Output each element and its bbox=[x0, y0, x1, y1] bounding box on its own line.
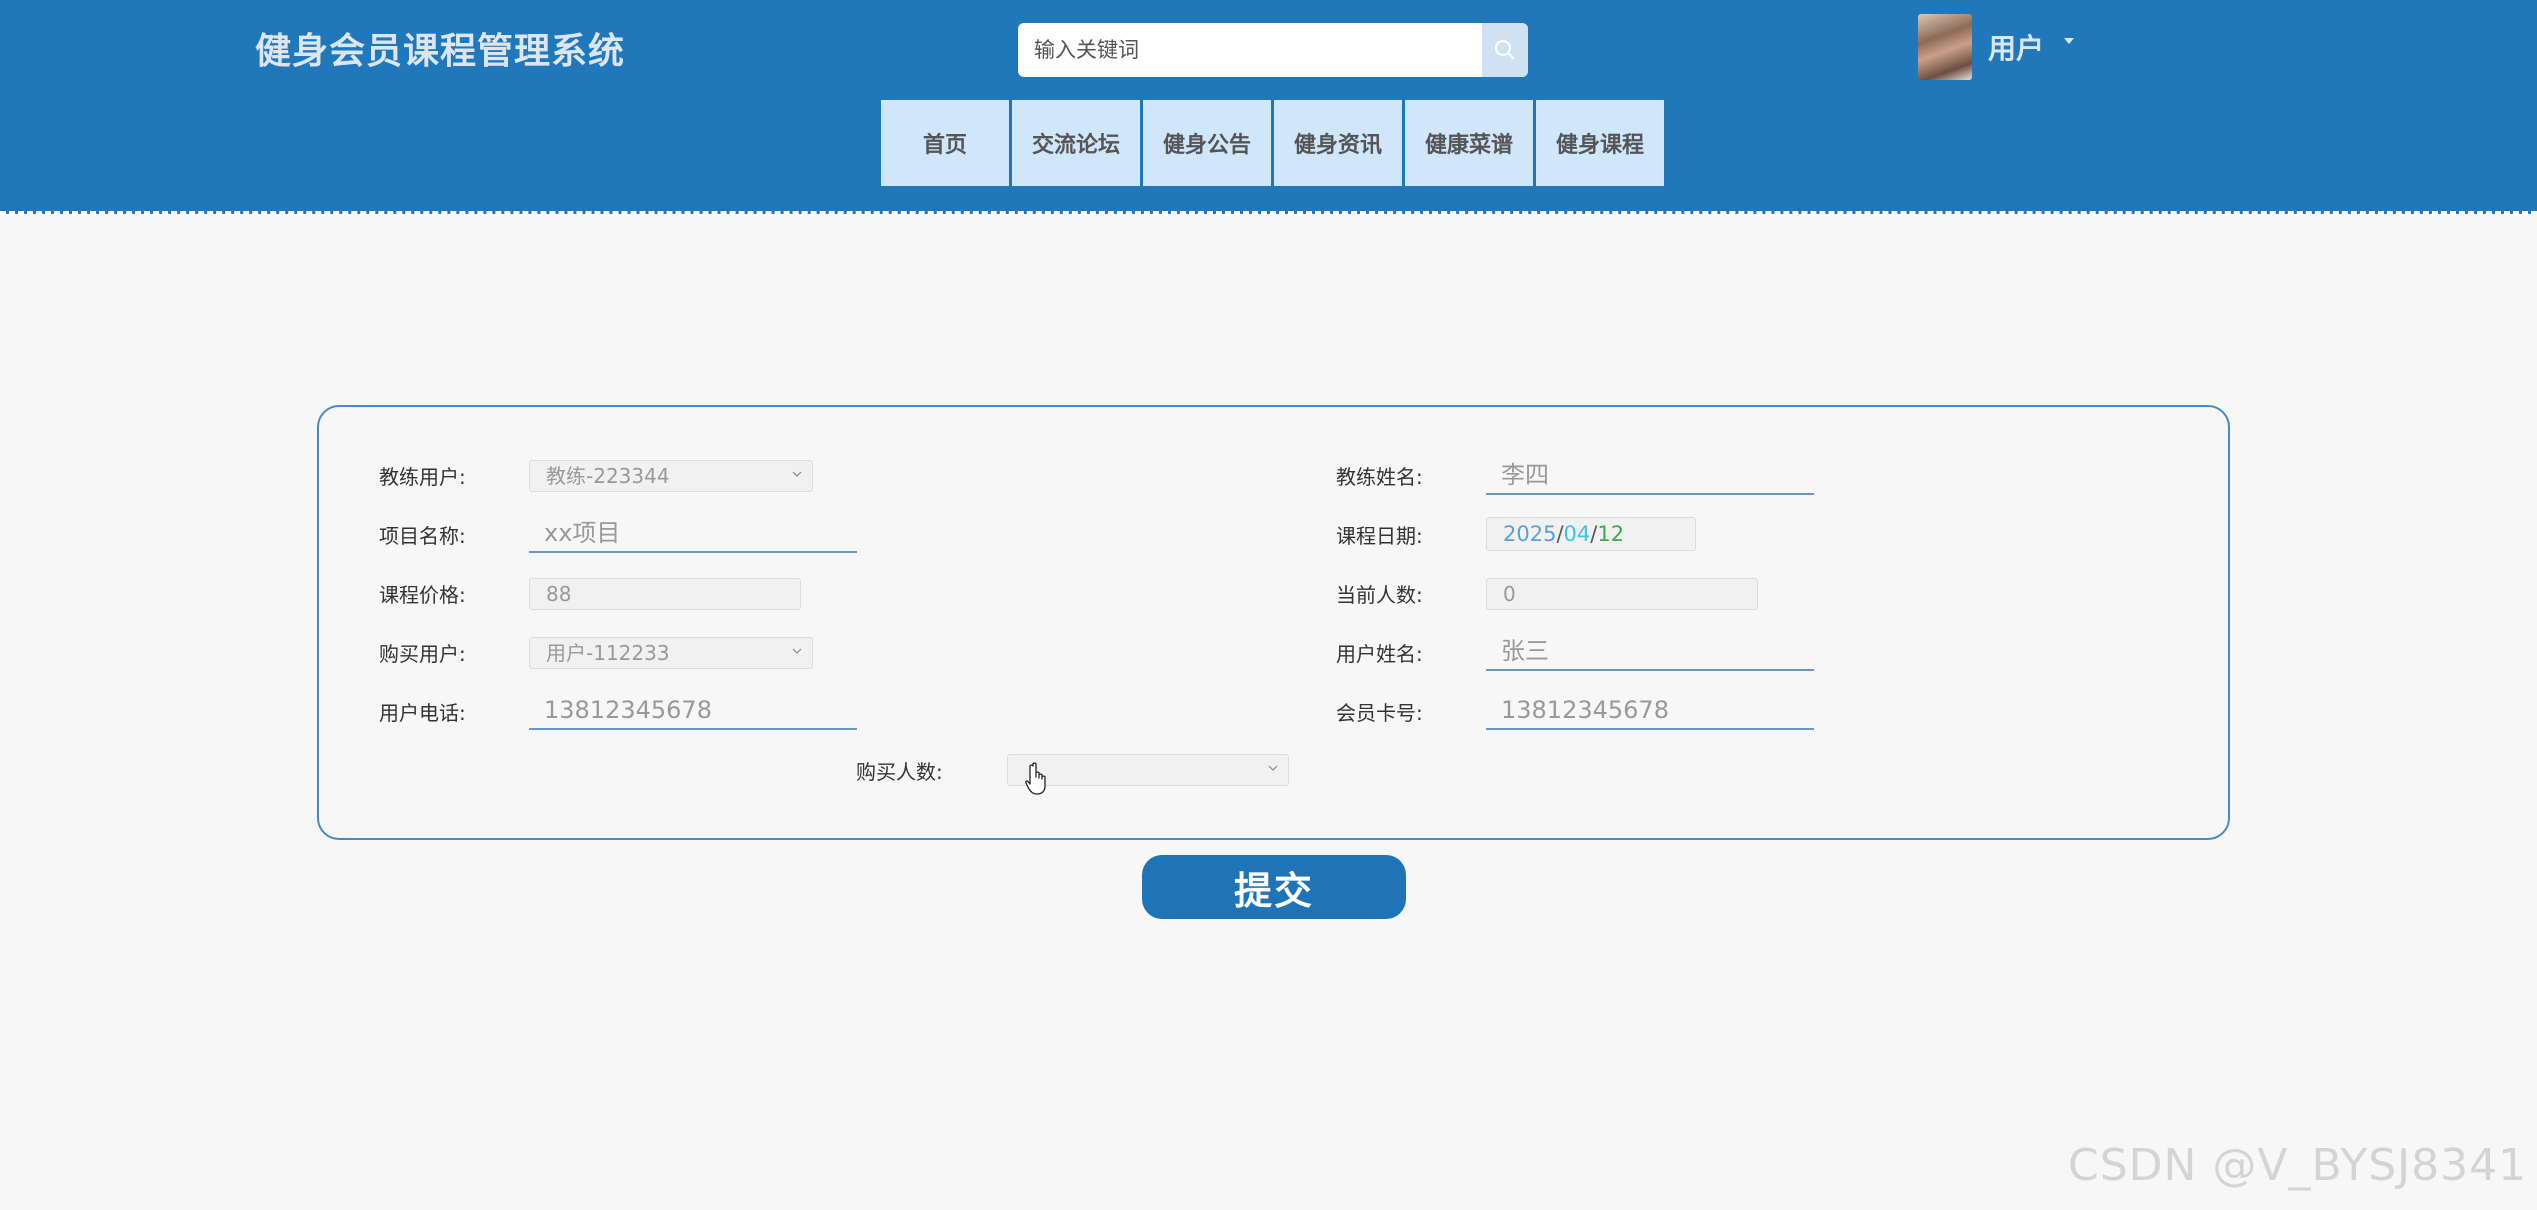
buyer-user-value: 用户-112233 bbox=[546, 641, 670, 665]
avatar[interactable] bbox=[1918, 14, 1972, 80]
coach-user-select[interactable]: 教练-223344 bbox=[529, 460, 813, 492]
date-day: 12 bbox=[1597, 522, 1625, 546]
nav-item-forum[interactable]: 交流论坛 bbox=[1012, 100, 1140, 186]
course-date-label: 课程日期: bbox=[1336, 524, 1423, 548]
date-year: 2025 bbox=[1503, 522, 1557, 546]
user-phone-input[interactable]: 13812345678 bbox=[529, 690, 857, 730]
user-name-input[interactable]: 张三 bbox=[1486, 631, 1814, 671]
nav-item-news[interactable]: 健身资讯 bbox=[1274, 100, 1402, 186]
user-name[interactable]: 用户 bbox=[1988, 27, 2044, 67]
caret-down-icon[interactable] bbox=[2064, 38, 2075, 44]
nav-item-announcement[interactable]: 健身公告 bbox=[1143, 100, 1271, 186]
date-separator: / bbox=[1556, 522, 1564, 546]
site-title: 健身会员课程管理系统 bbox=[255, 31, 626, 72]
hand-pointer-icon bbox=[1025, 762, 1046, 795]
nav-item-courses[interactable]: 健身课程 bbox=[1536, 100, 1664, 186]
user-menu[interactable]: 用户 bbox=[1918, 14, 2075, 80]
coach-user-value: 教练-223344 bbox=[546, 464, 670, 488]
chevron-down-icon bbox=[792, 471, 802, 477]
member-card-input[interactable]: 13812345678 bbox=[1486, 690, 1814, 730]
buy-count-label: 购买人数: bbox=[856, 760, 943, 784]
search-icon bbox=[1495, 40, 1515, 60]
search-button[interactable] bbox=[1482, 23, 1528, 77]
course-price-label: 课程价格: bbox=[379, 583, 466, 607]
coach-user-label: 教练用户: bbox=[379, 465, 466, 489]
coach-name-input[interactable]: 李四 bbox=[1486, 455, 1814, 495]
course-date-input[interactable]: 2025/04/12 bbox=[1486, 517, 1696, 551]
main-nav: 首页 交流论坛 健身公告 健身资讯 健康菜谱 健身课程 bbox=[881, 100, 1667, 186]
buyer-user-select[interactable]: 用户-112233 bbox=[529, 637, 813, 669]
current-count-label: 当前人数: bbox=[1336, 583, 1423, 607]
project-name-label: 项目名称: bbox=[379, 524, 466, 548]
current-count-field[interactable]: 0 bbox=[1486, 578, 1758, 610]
submit-button[interactable]: 提交 bbox=[1142, 855, 1406, 919]
project-name-input[interactable]: xx项目 bbox=[529, 513, 857, 553]
nav-item-recipes[interactable]: 健康菜谱 bbox=[1405, 100, 1533, 186]
chevron-down-icon bbox=[1268, 765, 1278, 771]
date-month: 04 bbox=[1563, 522, 1591, 546]
site-header: 健身会员课程管理系统 用户 首页 交流论坛 健身公告 健身资讯 健康菜谱 健身课… bbox=[0, 0, 2537, 214]
nav-item-home[interactable]: 首页 bbox=[881, 100, 1009, 186]
search-box bbox=[1018, 23, 1528, 77]
coach-name-label: 教练姓名: bbox=[1336, 465, 1423, 489]
booking-form: 教练用户: 教练-223344 教练姓名: 李四 项目名称: xx项目 课程日期… bbox=[317, 405, 2230, 840]
user-phone-label: 用户电话: bbox=[379, 701, 466, 725]
buyer-user-label: 购买用户: bbox=[379, 642, 466, 666]
search-input[interactable] bbox=[1018, 23, 1472, 77]
user-name-label: 用户姓名: bbox=[1336, 642, 1423, 666]
course-price-field[interactable]: 88 bbox=[529, 578, 801, 610]
member-card-label: 会员卡号: bbox=[1336, 701, 1423, 725]
watermark: CSDN @V_BYSJ8341 bbox=[2068, 1140, 2528, 1191]
chevron-down-icon bbox=[792, 648, 802, 654]
